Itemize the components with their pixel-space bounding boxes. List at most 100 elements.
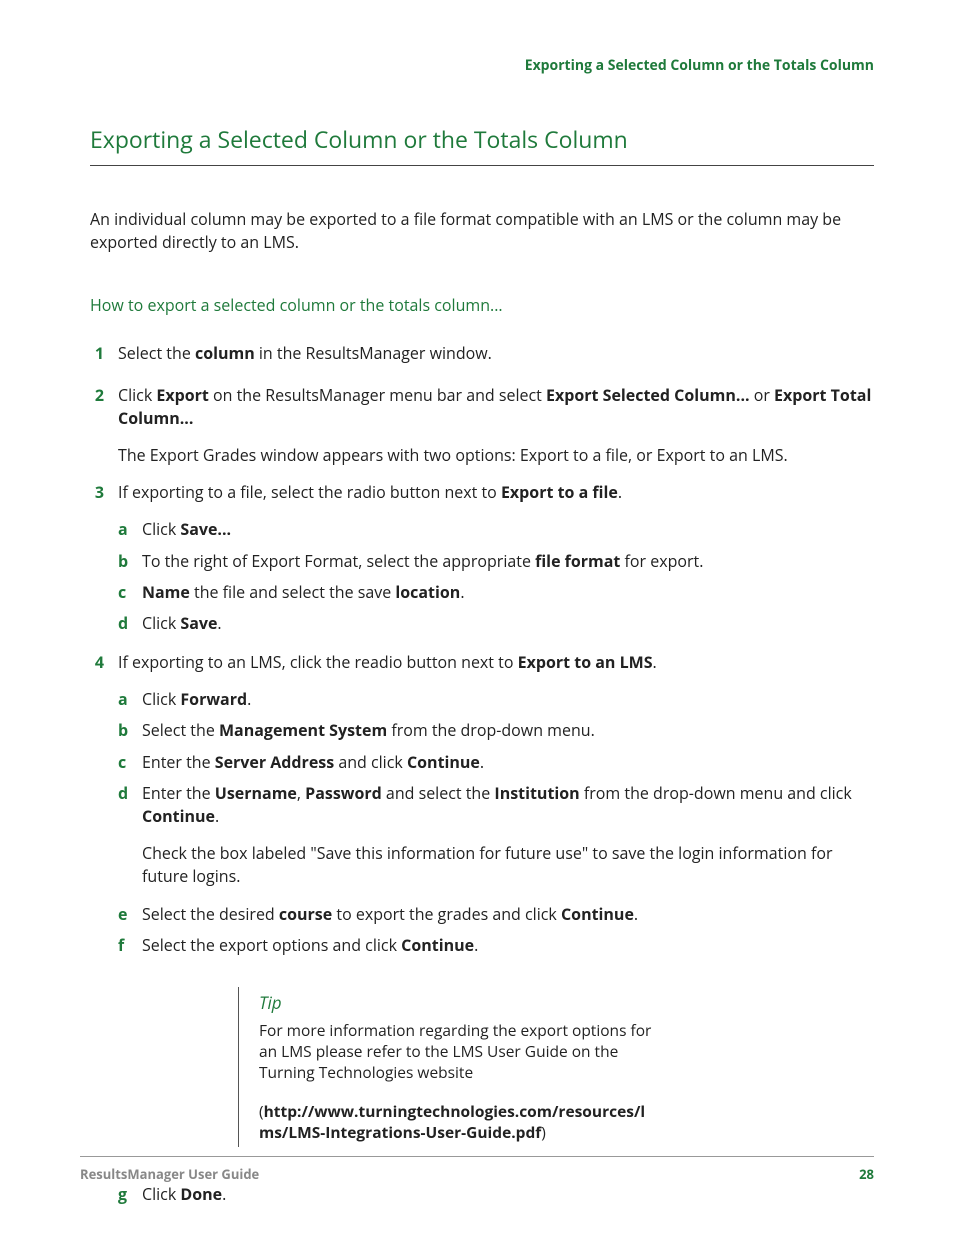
bold-run: column — [195, 342, 255, 364]
text-run: in the ResultsManager window. — [255, 342, 492, 364]
text-run: . — [618, 481, 622, 503]
tip-url: (http://www.turningtechnologies.com/reso… — [259, 1101, 658, 1143]
step-4: 4 If exporting to an LMS, click the read… — [90, 651, 874, 959]
substep-letter: b — [118, 550, 142, 573]
substep-text: To the right of Export Format, select th… — [142, 550, 874, 573]
step-text: If exporting to an LMS, click the readio… — [118, 651, 874, 674]
substep-text: Select the desired course to export the … — [142, 903, 874, 926]
substep-3a: a Click Save... — [118, 518, 874, 541]
substep-text: Enter the Server Address and click Conti… — [142, 751, 874, 774]
text-run: on the ResultsManager menu bar and selec… — [209, 384, 546, 406]
bold-run: Save... — [180, 518, 231, 540]
text-run: . — [480, 751, 484, 773]
step-text: Select the column in the ResultsManager … — [118, 342, 874, 365]
substep-4g: g Click Done. — [118, 1183, 874, 1206]
bold-run: Continue — [561, 903, 634, 925]
bold-run: Export to an LMS — [518, 651, 653, 673]
substep-4d: d Enter the Username, Password and selec… — [118, 782, 874, 889]
howto-heading: How to export a selected column or the t… — [90, 294, 874, 316]
text-run: Click — [118, 384, 156, 406]
text-run: and select the — [382, 782, 495, 804]
step-note: The Export Grades window appears with tw… — [118, 444, 874, 467]
substep-3b: b To the right of Export Format, select … — [118, 550, 874, 573]
bold-run: Username — [215, 782, 297, 804]
substep-letter: e — [118, 903, 142, 926]
substep-letter: d — [118, 612, 142, 635]
substep-letter: a — [118, 518, 142, 541]
bold-run: Export — [156, 384, 208, 406]
text-run: Select the export options and click — [142, 934, 401, 956]
footer-title: ResultsManager User Guide — [80, 1165, 259, 1183]
step-3: 3 If exporting to a file, select the rad… — [90, 481, 874, 637]
text-run: from the drop-down menu. — [387, 719, 595, 741]
text-run: for export. — [620, 550, 703, 572]
bold-run: location — [395, 581, 460, 603]
substep-note: Check the box labeled "Save this informa… — [142, 842, 874, 888]
tip-text: For more information regarding the expor… — [259, 1020, 658, 1083]
substep-text: Select the export options and click Cont… — [142, 934, 874, 957]
substep-letter: a — [118, 688, 142, 711]
intro-paragraph: An individual column may be exported to … — [90, 208, 874, 254]
substep-text: Click Done. — [142, 1183, 874, 1206]
text-run: Click — [142, 612, 180, 634]
text-run: Click — [142, 518, 180, 540]
text-run: . — [217, 612, 221, 634]
substep-text: Click Forward. — [142, 688, 874, 711]
text-run: . — [474, 934, 478, 956]
bold-run: Server Address — [215, 751, 334, 773]
step-text: Click Export on the ResultsManager menu … — [118, 384, 874, 430]
bold-run: Done — [180, 1183, 222, 1205]
substep-text: Enter the Username, Password and select … — [142, 782, 874, 828]
text-run: the file and select the save — [190, 581, 396, 603]
tip-callout: Tip For more information regarding the e… — [238, 987, 658, 1147]
step-number: 2 — [90, 384, 118, 468]
bold-run: Management System — [219, 719, 387, 741]
bold-run: Password — [305, 782, 382, 804]
bold-run: Export to a file — [501, 481, 618, 503]
bold-run: Continue — [401, 934, 474, 956]
step-text: If exporting to a file, select the radio… — [118, 481, 874, 504]
substep-4c: c Enter the Server Address and click Con… — [118, 751, 874, 774]
bold-run: http://www.turningtechnologies.com/resou… — [259, 1100, 645, 1143]
text-run: . — [222, 1183, 226, 1205]
page-number: 28 — [859, 1165, 874, 1183]
page-title: Exporting a Selected Column or the Total… — [90, 123, 874, 155]
step-number: 3 — [90, 481, 118, 637]
substep-letter: c — [118, 581, 142, 604]
substep-3d: d Click Save. — [118, 612, 874, 635]
step-1: 1 Select the column in the ResultsManage… — [90, 342, 874, 365]
text-run: Click — [142, 1183, 180, 1205]
bold-run: course — [279, 903, 332, 925]
text-run: Select the desired — [142, 903, 279, 925]
text-run: Click — [142, 688, 180, 710]
substep-letter: b — [118, 719, 142, 742]
substep-text: Select the Management System from the dr… — [142, 719, 874, 742]
substep-text: Click Save. — [142, 612, 874, 635]
bold-run: Save — [180, 612, 217, 634]
bold-run: Institution — [494, 782, 579, 804]
substep-letter: d — [118, 782, 142, 889]
bold-run: Name — [142, 581, 190, 603]
text-run: . — [215, 805, 219, 827]
substep-letter: f — [118, 934, 142, 957]
substep-letter: c — [118, 751, 142, 774]
text-run: Enter the — [142, 782, 215, 804]
bold-run: Export Selected Column... — [546, 384, 750, 406]
text-run: and click — [334, 751, 407, 773]
substep-4e: e Select the desired course to export th… — [118, 903, 874, 926]
bold-run: Continue — [407, 751, 480, 773]
page-footer: ResultsManager User Guide 28 — [80, 1156, 874, 1183]
text-run: . — [460, 581, 464, 603]
bold-run: Continue — [142, 805, 215, 827]
text-run: from the drop-down menu and click — [580, 782, 852, 804]
text-run: , — [297, 782, 305, 804]
step-number: 4 — [90, 651, 118, 959]
substep-3c: c Name the file and select the save loca… — [118, 581, 874, 604]
text-run: . — [634, 903, 638, 925]
substep-text: Name the file and select the save locati… — [142, 581, 874, 604]
bold-run: Forward — [180, 688, 247, 710]
title-rule — [90, 165, 874, 166]
substep-4f: f Select the export options and click Co… — [118, 934, 874, 957]
substep-4a: a Click Forward. — [118, 688, 874, 711]
bold-run: file format — [535, 550, 620, 572]
